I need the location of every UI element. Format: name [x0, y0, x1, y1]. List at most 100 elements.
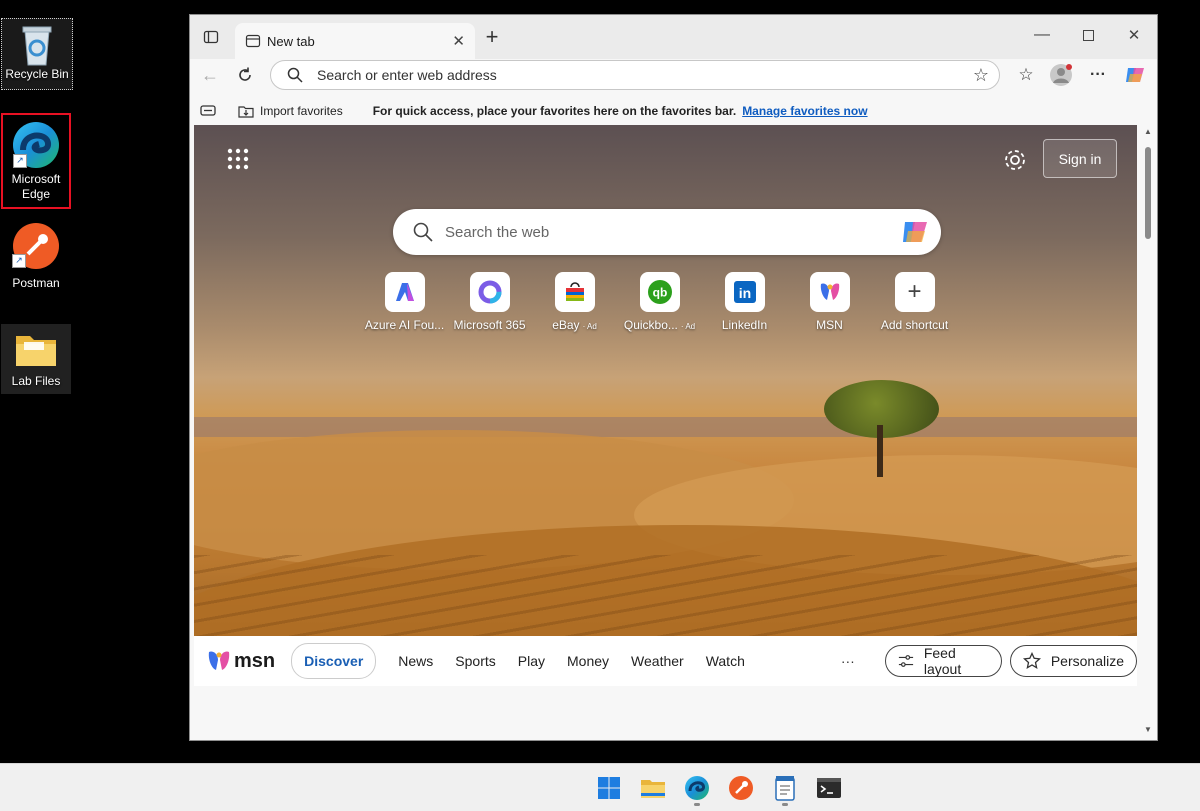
notepad-icon — [775, 776, 795, 801]
waffle-grid-icon — [227, 148, 249, 170]
feed-layout-label: Feed layout — [923, 645, 962, 677]
shortcut-microsoft-365[interactable]: Microsoft 365 — [447, 272, 532, 332]
tab-watch[interactable]: Watch — [706, 653, 745, 669]
gear-icon — [1005, 150, 1025, 170]
msn-butterfly-icon — [208, 651, 230, 670]
new-tab-page: Sign in Search the web Azure AI Fou... M… — [194, 125, 1137, 686]
ebay-icon — [565, 282, 584, 301]
ad-marker: · Ad — [582, 322, 597, 331]
start-icon — [598, 777, 620, 799]
taskbar-notepad[interactable] — [765, 770, 805, 806]
new-tab-page-icon — [245, 34, 261, 48]
window-controls: — ✕ — [1019, 15, 1157, 55]
shortcut-arrow-icon: ↗ — [13, 154, 27, 168]
personalize-button[interactable]: Personalize — [1009, 645, 1137, 677]
start-button[interactable] — [589, 770, 629, 806]
minimize-button[interactable]: — — [1019, 15, 1065, 55]
back-button[interactable]: ← — [195, 60, 225, 90]
scroll-up-arrow-icon[interactable]: ▲ — [1143, 127, 1153, 137]
svg-text:in: in — [738, 285, 750, 301]
tab-sports[interactable]: Sports — [455, 653, 495, 669]
tab-money[interactable]: Money — [567, 653, 609, 669]
close-tab-button[interactable]: ✕ — [452, 32, 465, 50]
feed-layout-button[interactable]: Feed layout — [884, 645, 1002, 677]
new-tab-button[interactable]: + — [477, 22, 507, 52]
copilot-icon — [1126, 68, 1144, 82]
page-scrollbar[interactable]: ▲ ▼ — [1143, 127, 1153, 735]
desktop-icon-recycle-bin[interactable]: Recycle Bin — [1, 18, 73, 90]
desktop-icon-label: Microsoft Edge — [11, 172, 61, 201]
desktop-icon-label: Lab Files — [11, 374, 61, 388]
taskbar-file-explorer[interactable] — [633, 770, 673, 806]
shortcut-ebay[interactable]: eBay · Ad — [532, 272, 617, 332]
favorites-button[interactable]: ☆ — [1011, 60, 1041, 90]
address-bar[interactable]: Search or enter web address ☆ — [270, 60, 1000, 90]
msn-feed-bar: msn Discover News Sports Play Money Weat… — [194, 636, 1137, 686]
m365-icon — [478, 280, 501, 304]
favorites-bar-hint: For quick access, place your favorites h… — [372, 104, 737, 118]
quick-links: Azure AI Fou... Microsoft 365 eBay · Ad q… — [362, 272, 982, 342]
manage-favorites-link[interactable]: Manage favorites now — [742, 104, 867, 118]
edge-browser-window: New tab ✕ + — ✕ ← Search or enter web ad… — [189, 14, 1158, 741]
personalize-star-icon — [1022, 652, 1041, 670]
tab-discover[interactable]: Discover — [291, 643, 377, 679]
tab-actions-button[interactable] — [196, 22, 226, 52]
desktop-icon-postman[interactable]: ↗ Postman — [1, 222, 71, 292]
more-tabs-button[interactable]: ··· — [841, 653, 855, 669]
copilot-icon[interactable] — [901, 219, 931, 245]
tab-title: New tab — [267, 33, 315, 49]
profile-button[interactable] — [1046, 60, 1076, 90]
maximize-button[interactable] — [1065, 15, 1111, 55]
azure-ai-icon — [395, 283, 414, 301]
more-icon: ··· — [1090, 66, 1106, 83]
shortcut-label: Quickbo... — [623, 318, 678, 332]
close-icon: ✕ — [1127, 27, 1141, 44]
running-indicator — [694, 803, 700, 806]
sign-in-button[interactable]: Sign in — [1043, 139, 1117, 178]
web-search-box[interactable]: Search the web — [393, 209, 941, 255]
page-settings-button[interactable] — [1002, 147, 1028, 173]
sliders-icon — [898, 655, 913, 667]
import-favorites-button[interactable]: Import favorites — [238, 104, 343, 118]
shortcut-label: LinkedIn — [721, 318, 768, 332]
favorites-star-icon: ☆ — [1018, 65, 1034, 84]
settings-and-more-button[interactable]: ··· — [1083, 60, 1113, 90]
desktop-icon-microsoft-edge[interactable]: ↗ Microsoft Edge — [1, 113, 71, 209]
refresh-button[interactable] — [230, 60, 260, 90]
add-shortcut-button[interactable]: + Add shortcut — [872, 272, 957, 332]
app-launcher-button[interactable] — [224, 145, 252, 173]
shortcut-msn[interactable]: MSN — [787, 272, 872, 332]
scroll-down-arrow-icon[interactable]: ▼ — [1143, 725, 1153, 735]
shortcut-label: Microsoft 365 — [453, 318, 526, 332]
msn-logo[interactable]: msn — [206, 649, 275, 673]
close-window-button[interactable]: ✕ — [1111, 15, 1157, 55]
add-favorite-star-icon[interactable]: ☆ — [973, 65, 989, 86]
search-icon — [413, 222, 433, 242]
back-arrow-icon: ← — [201, 64, 219, 85]
msn-logo-text: msn — [234, 649, 276, 672]
tab-new-tab[interactable]: New tab ✕ — [235, 23, 475, 59]
shortcut-label: Add shortcut — [880, 318, 949, 332]
favorites-bar-toggle-icon[interactable] — [200, 104, 216, 118]
minimize-icon: — — [1034, 26, 1050, 43]
tab-play[interactable]: Play — [518, 653, 545, 669]
shortcut-label: MSN — [816, 318, 843, 332]
shortcut-linkedin[interactable]: in LinkedIn — [702, 272, 787, 332]
desktop-icon-lab-files[interactable]: Lab Files — [1, 324, 71, 394]
taskbar-edge[interactable] — [677, 770, 717, 806]
shortcut-azure-ai[interactable]: Azure AI Fou... — [362, 272, 447, 332]
scrollbar-thumb[interactable] — [1145, 147, 1151, 239]
personalize-label: Personalize — [1050, 653, 1124, 669]
file-explorer-icon — [641, 780, 665, 798]
address-bar-placeholder: Search or enter web address — [317, 67, 497, 83]
favorites-bar: Import favorites For quick access, place… — [190, 99, 1157, 123]
tab-weather[interactable]: Weather — [631, 653, 684, 669]
shortcut-quickbooks[interactable]: qb Quickbo... · Ad — [617, 272, 702, 332]
taskbar-postman[interactable] — [721, 770, 761, 806]
shortcut-label: Azure AI Fou... — [364, 318, 445, 332]
shortcut-label: eBay — [552, 318, 580, 332]
tab-news[interactable]: News — [398, 653, 433, 669]
recycle-bin-icon — [22, 26, 52, 66]
copilot-button[interactable] — [1120, 60, 1150, 90]
taskbar-terminal[interactable] — [809, 770, 849, 806]
